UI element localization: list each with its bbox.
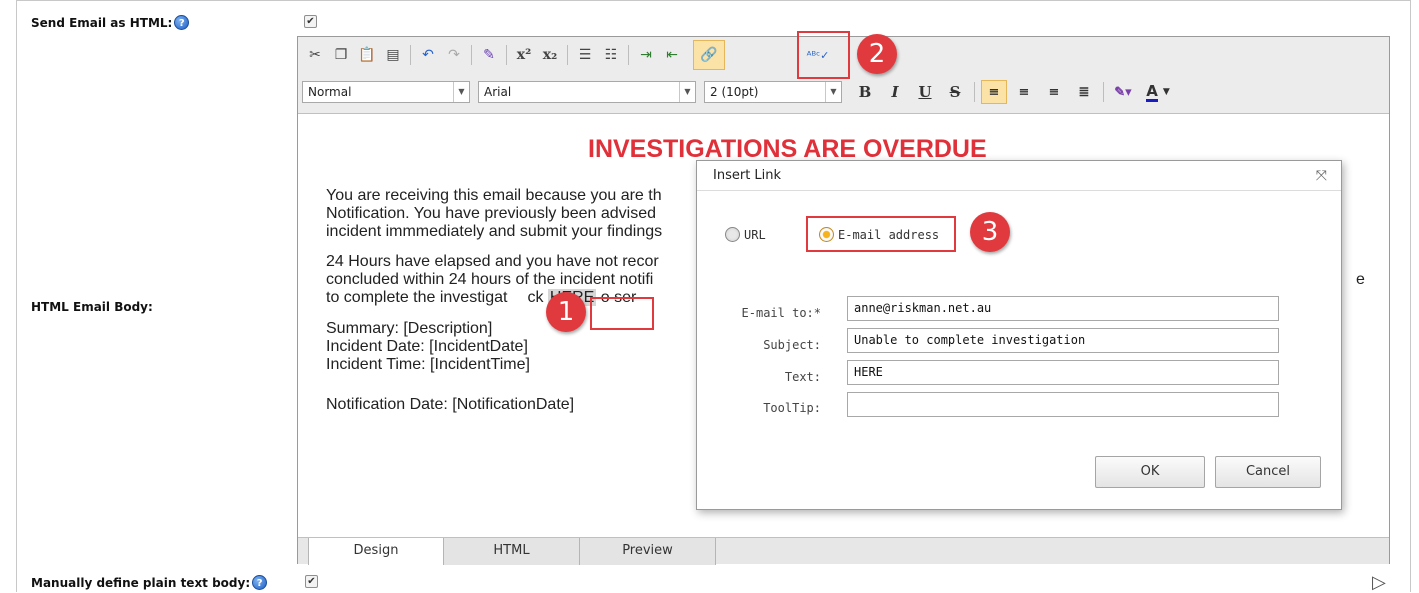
align-left-icon[interactable]: ≡	[981, 80, 1007, 104]
redo-icon[interactable]: ↷	[443, 44, 465, 66]
radio-url[interactable]	[725, 227, 740, 242]
toolbar-separator	[628, 45, 629, 65]
chevron-down-icon: ▼	[679, 82, 695, 102]
html-body-label: HTML Email Body:	[31, 300, 153, 314]
outdent-icon[interactable]: ⇤	[661, 44, 683, 66]
toolbar-separator	[974, 82, 975, 102]
font-size-select[interactable]: 2 (10pt) ▼	[704, 81, 842, 103]
text-line-part: ck	[527, 289, 544, 306]
tooltip-label: ToolTip:	[763, 401, 821, 415]
help-icon[interactable]: ?	[252, 575, 268, 590]
toolbar-row-1: ✂ ❐ 📋 ▤ ↶ ↷ ✎ x² x₂ ☰ ☷ ⇥ ⇤ 🔗 ᴬᴮᶜ✓	[302, 40, 831, 70]
help-icon[interactable]: ?	[174, 15, 190, 30]
toolbar-separator	[567, 45, 568, 65]
font-size-value: 2 (10pt)	[710, 85, 759, 99]
font-color-icon[interactable]: A ▼	[1140, 80, 1176, 104]
dialog-title: Insert Link ⤧	[697, 161, 1341, 191]
send-html-label: Send Email as HTML: ?	[31, 15, 190, 30]
plain-text-label-text: Manually define plain text body:	[31, 575, 251, 590]
callout-badge-1: 1	[546, 292, 586, 332]
superscript-icon[interactable]: x²	[513, 44, 535, 66]
send-html-checkbox[interactable]: ✔	[304, 15, 317, 28]
align-center-icon[interactable]: ≡	[1011, 80, 1037, 104]
plain-text-checkbox[interactable]: ✔	[305, 575, 318, 588]
link-manager-icon[interactable]: 🔗	[693, 40, 725, 70]
font-color-letter: A	[1146, 81, 1158, 102]
radio-url-option[interactable]: URL	[725, 227, 766, 242]
paste-icon[interactable]: 📋	[356, 44, 378, 66]
format-stripper-icon[interactable]: ✎	[478, 44, 500, 66]
highlight-icon[interactable]: ✎▾	[1110, 80, 1136, 104]
plain-text-label: Manually define plain text body: ?	[31, 575, 268, 590]
subject-input[interactable]: Unable to complete investigation	[847, 328, 1279, 353]
text-line-part: concluded within 24 hours of the inciden…	[326, 271, 654, 288]
callout-box-link-button	[797, 31, 850, 79]
strikethrough-button[interactable]: S	[942, 80, 968, 104]
frame-right-border	[1410, 0, 1411, 592]
undo-icon[interactable]: ↶	[417, 44, 439, 66]
cancel-button[interactable]: Cancel	[1215, 456, 1321, 488]
tooltip-input[interactable]	[847, 392, 1279, 417]
insert-link-dialog: Insert Link ⤧ URL E-mail address 3 E-mai…	[696, 160, 1342, 510]
editor-mode-tabs: Design HTML Preview	[298, 537, 1389, 565]
toolbar-separator	[506, 45, 507, 65]
indent-icon[interactable]: ⇥	[635, 44, 657, 66]
text-line-part: to complete the investigat	[326, 289, 508, 306]
tab-design[interactable]: Design	[308, 538, 444, 565]
toolbar-row-2: Normal ▼ Arial ▼ 2 (10pt) ▼ B I U S ≡ ≡ …	[302, 79, 1178, 105]
paragraph-format-select[interactable]: Normal ▼	[302, 81, 470, 103]
align-right-icon[interactable]: ≡	[1041, 80, 1067, 104]
bold-button[interactable]: B	[852, 80, 878, 104]
callout-badge-3: 3	[970, 212, 1010, 252]
callout-box-email-option	[806, 216, 956, 252]
paste-word-icon[interactable]: ▤	[382, 44, 404, 66]
text-input[interactable]: HERE	[847, 360, 1279, 385]
frame-top-border	[16, 0, 1411, 1]
tab-preview[interactable]: Preview	[580, 538, 716, 565]
font-name-select[interactable]: Arial ▼	[478, 81, 696, 103]
toolbar-separator	[1103, 82, 1104, 102]
copy-icon[interactable]: ❐	[330, 44, 352, 66]
frame-left-border	[16, 0, 17, 592]
callout-badge-2: 2	[857, 34, 897, 74]
paragraph-format-value: Normal	[308, 85, 352, 99]
send-html-label-text: Send Email as HTML:	[31, 15, 173, 30]
text-line-tail: e	[1356, 271, 1365, 288]
text-label: Text:	[784, 370, 821, 384]
bullet-list-icon[interactable]: ☷	[600, 44, 622, 66]
italic-button[interactable]: I	[882, 80, 908, 104]
tab-html[interactable]: HTML	[444, 538, 580, 565]
dialog-title-text: Insert Link	[713, 168, 782, 183]
numbered-list-icon[interactable]: ☰	[574, 44, 596, 66]
chevron-down-icon: ▼	[825, 82, 841, 102]
email-to-label: E-mail to:*	[741, 306, 821, 320]
toolbar-separator	[471, 45, 472, 65]
mouse-cursor-icon: ▷	[1372, 572, 1386, 593]
callout-box-here	[590, 297, 654, 330]
close-icon[interactable]: ⤧	[1316, 161, 1327, 191]
email-to-input[interactable]: anne@riskman.net.au	[847, 296, 1279, 321]
toolbar-separator	[410, 45, 411, 65]
underline-button[interactable]: U	[912, 80, 938, 104]
html-body-label-text: HTML Email Body:	[31, 300, 153, 314]
ok-button[interactable]: OK	[1095, 456, 1205, 488]
subject-label: Subject:	[763, 338, 821, 352]
chevron-down-icon: ▼	[453, 82, 469, 102]
radio-url-label: URL	[744, 227, 766, 242]
font-name-value: Arial	[484, 85, 512, 99]
justify-icon[interactable]: ≣	[1071, 80, 1097, 104]
subscript-icon[interactable]: x₂	[539, 44, 561, 66]
cut-icon[interactable]: ✂	[304, 44, 326, 66]
